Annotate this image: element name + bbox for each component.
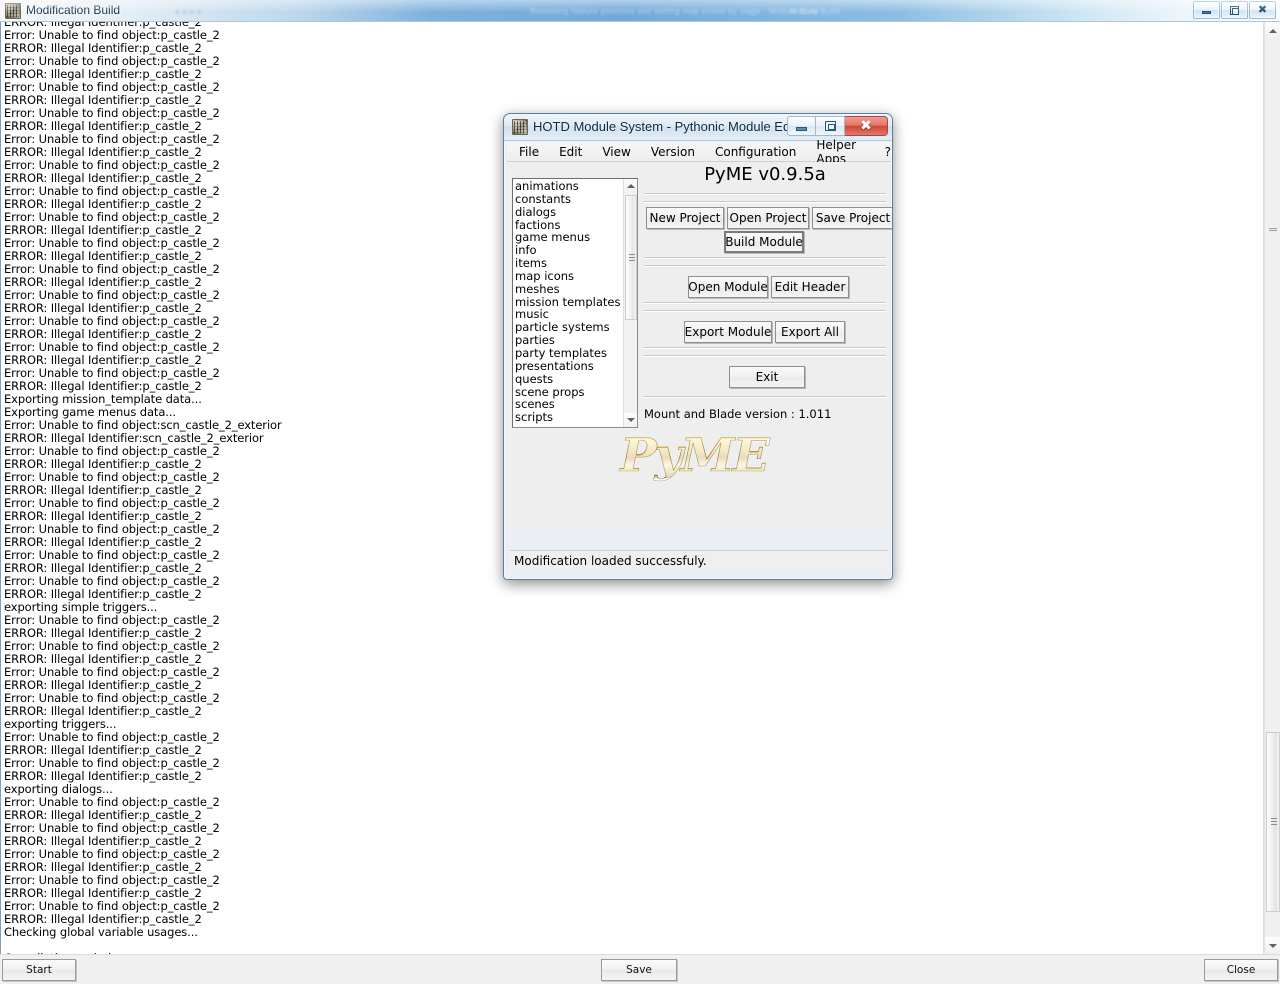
divider-8 [644,355,886,356]
divider-2 [644,201,886,202]
dialog-app-icon [512,119,528,135]
exit-button[interactable]: Exit [729,366,805,388]
edit-header-button[interactable]: Edit Header [771,276,849,298]
divider-9 [644,396,886,397]
scrollbar-thumb[interactable] [1266,732,1280,912]
dialog-caption-buttons: ✖ [787,116,888,136]
pyme-logo-area: PyME [512,430,886,525]
bottom-command-bar: Start Save Close [0,954,1280,984]
dialog-restore-button[interactable] [816,116,845,136]
save-project-button[interactable]: Save Project [812,207,892,229]
divider-6 [644,310,886,311]
glass-ghost-text-2: Removing feature positions and setting m… [530,7,819,16]
minimize-button[interactable] [1193,1,1220,19]
restore-icon [1222,2,1247,18]
status-message: Modification loaded successfuly. [514,553,707,568]
menu-item-view[interactable]: View [602,145,630,159]
close-icon: ✖ [860,118,872,134]
module-list-items: animations constants dialogs factions game m… [513,179,623,427]
menu-item-edit[interactable]: Edit [559,145,582,159]
log-line: ERROR: Illegal Identifier:p_castle_2 [4,769,202,783]
open-project-button[interactable]: Open Project [727,207,809,229]
pyme-dialog-window[interactable]: HOTD Module System - Pythonic Module Edi… [503,113,893,580]
pyme-version-title: PyME v0.9.5a [704,164,826,185]
module-list-item[interactable]: party templates [515,347,623,360]
module-list-item[interactable]: scripts [515,411,623,424]
main-window: a a a a Removing feature positions and s… [0,0,1280,984]
glass-ghost-text-3: Module Build [790,7,840,16]
restore-icon [824,121,836,131]
close-icon: ✖ [1257,3,1268,16]
dialog-close-button[interactable]: ✖ [845,116,888,136]
log-line: ERROR: Illegal Identifier:p_castle_2 [4,587,202,601]
module-list-scrollbar[interactable] [623,179,637,427]
start-button[interactable]: Start [2,959,76,981]
scroll-up-arrow[interactable] [1265,22,1280,39]
scroll-down-arrow[interactable] [1265,937,1280,954]
divider-5 [644,302,886,303]
log-line: ERROR: Illegal Identifier:p_castle_2 [4,704,202,718]
log-line: Checking global variable usages... [4,925,198,939]
open-module-button[interactable]: Open Module [688,276,768,298]
module-list-item[interactable]: quests [515,372,623,386]
save-button[interactable]: Save [601,959,677,981]
menu-item-help[interactable]: ? [885,145,891,159]
module-list-item[interactable]: dialogs [515,205,623,219]
module-list-item[interactable]: animations [515,180,623,193]
divider-3 [644,257,886,258]
list-scrollbar-thumb[interactable] [625,195,637,320]
menu-item-file[interactable]: File [519,145,539,159]
dialog-menu-bar: File Edit View Version Configuration Hel… [507,138,891,166]
list-scroll-down-arrow[interactable] [624,413,637,427]
build-log-scrollbar[interactable] [1264,22,1280,954]
scrollbar-track-mark [1269,228,1277,231]
module-list-item[interactable]: constants [515,192,623,206]
build-module-button[interactable]: Build Module [724,231,804,253]
menu-item-version[interactable]: Version [651,145,695,159]
module-list-item[interactable]: meshes [515,282,623,296]
dialog-minimize-button[interactable] [787,116,816,136]
divider-1 [644,193,886,194]
main-title-bar[interactable]: a a a a Removing feature positions and s… [0,0,1280,22]
pyme-logo: PyME [620,428,770,482]
new-project-button[interactable]: New Project [646,207,724,229]
dialog-title: HOTD Module System - Pythonic Module Edi… [533,119,804,134]
module-list-item[interactable]: items [515,257,623,270]
close-button[interactable]: ✖ [1249,1,1276,19]
mount-and-blade-version-label: Mount and Blade version : 1.011 [644,407,832,421]
glass-ghost-text-1: a a a a [175,7,202,16]
divider-7 [644,347,886,348]
main-window-title: Modification Build [26,3,121,17]
menu-item-configuration[interactable]: Configuration [715,145,796,159]
export-all-button[interactable]: Export All [775,321,845,343]
app-icon [5,3,21,19]
restore-button[interactable] [1221,1,1248,19]
dialog-status-bar: Modification loaded successfuly. [510,550,888,570]
close-button-bottom[interactable]: Close [1204,959,1278,981]
dialog-body: animations constants dialogs factions game m… [507,162,892,530]
module-list-item[interactable]: presentations [515,359,623,373]
dialog-actions-panel: PyME v0.9.5a New Project Open Project Sa… [644,162,892,424]
module-list-box[interactable]: animations constants dialogs factions game m… [512,178,638,428]
list-scroll-up-arrow[interactable] [624,179,637,193]
divider-4 [644,265,886,266]
main-caption-buttons: ✖ [1193,1,1276,19]
minimize-icon [796,127,807,131]
minimize-icon [1194,2,1219,18]
export-module-button[interactable]: Export Module [684,321,772,343]
module-list-item[interactable]: map icons [515,270,623,283]
